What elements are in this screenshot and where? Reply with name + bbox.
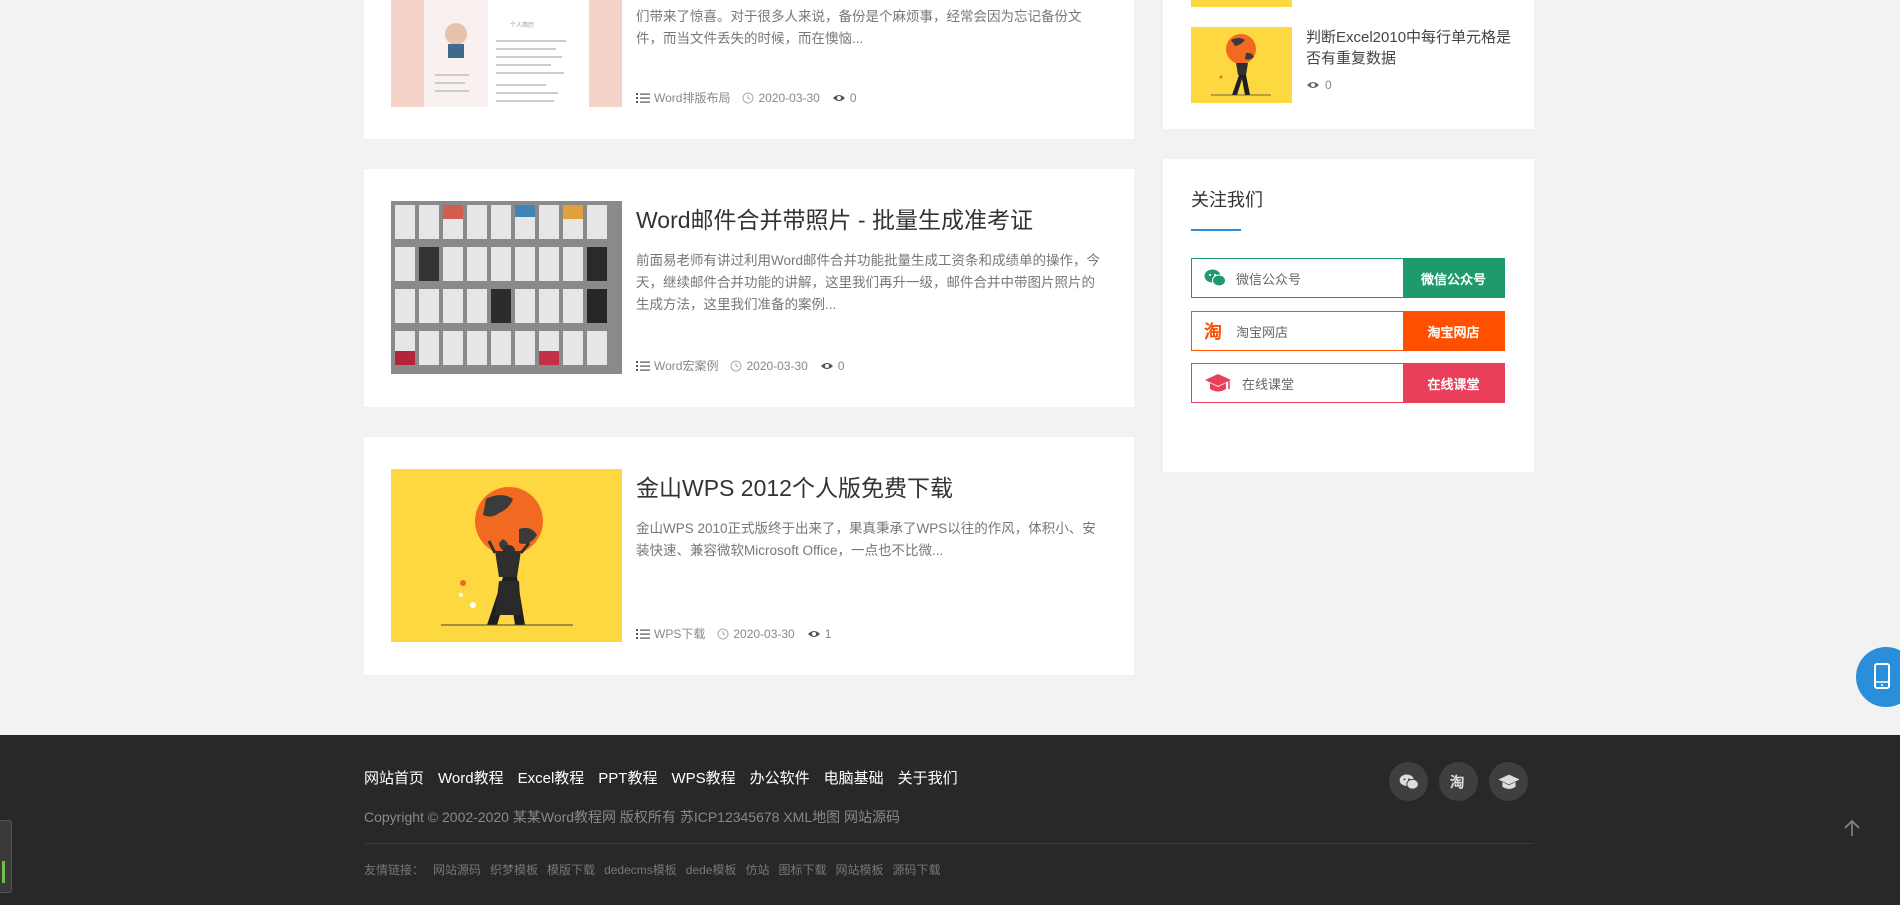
- copyright-text: Copyright © 2002-2020 某某Word教程网 版权所有 苏IC…: [364, 809, 901, 825]
- article-title[interactable]: 金山WPS 2012个人版免费下载: [636, 469, 953, 503]
- related-views: 0: [1325, 78, 1332, 92]
- follow-classroom-label: 在线课堂: [1242, 376, 1295, 392]
- footer-classroom-button[interactable]: [1489, 762, 1528, 801]
- footer-nav-word[interactable]: Word教程: [438, 767, 504, 788]
- classroom-button[interactable]: 在线课堂: [1403, 364, 1504, 402]
- footer-nav-wps[interactable]: WPS教程: [671, 767, 735, 788]
- footer-wechat-button[interactable]: [1389, 762, 1428, 801]
- related-meta: 0: [1306, 78, 1332, 92]
- friend-link[interactable]: 源码下载: [893, 861, 941, 878]
- follow-wechat-label: 微信公众号: [1236, 271, 1302, 287]
- article-views: 0: [837, 358, 845, 373]
- graduation-cap-icon: [1205, 374, 1231, 392]
- taobao-icon: 淘: [1449, 773, 1464, 791]
- follow-taobao-row[interactable]: 淘 淘宝网店 淘宝网店: [1191, 311, 1505, 351]
- article-meta: Word宏案例 2020-03-30 0: [636, 357, 845, 374]
- footer-social-icons: 淘: [1389, 762, 1528, 801]
- friend-links: 友情链接： 网站源码 织梦模板 模版下载 dedecms模板 dede模板 仿站…: [364, 861, 941, 878]
- article-category[interactable]: WPS下载: [654, 625, 705, 642]
- footer-nav-home[interactable]: 网站首页: [364, 767, 424, 788]
- eye-icon: [820, 362, 833, 369]
- footer-nav: 网站首页 Word教程 Excel教程 PPT教程 WPS教程 办公软件 电脑基…: [364, 767, 958, 788]
- article-summary: 前面易老师有讲过利用Word邮件合并功能批量生成工资条和成绩单的操作，今天，继续…: [636, 253, 1101, 312]
- footer-nav-excel[interactable]: Excel教程: [518, 767, 585, 788]
- clock-icon: [730, 360, 742, 371]
- article-card: 金山WPS 2012个人版免费下载 金山WPS 2010正式版终于出来了，果真秉…: [364, 437, 1134, 675]
- arrow-up-icon: [1844, 819, 1860, 836]
- side-floating-widget[interactable]: [0, 820, 12, 893]
- article-category[interactable]: Word宏案例: [654, 357, 718, 374]
- article-date: 2020-03-30: [733, 626, 795, 641]
- wechat-button[interactable]: 微信公众号: [1403, 259, 1504, 297]
- article-date: 2020-03-30: [746, 358, 808, 373]
- footer-nav-about[interactable]: 关于我们: [898, 767, 958, 788]
- site-footer: 网站首页 Word教程 Excel教程 PPT教程 WPS教程 办公软件 电脑基…: [0, 735, 1900, 905]
- follow-classroom-row[interactable]: 在线课堂 在线课堂: [1191, 363, 1505, 403]
- eye-icon: [807, 630, 820, 637]
- taobao-icon: 淘: [1204, 321, 1222, 341]
- list-icon: [636, 628, 650, 639]
- eye-icon: [1307, 82, 1319, 88]
- follow-taobao-label: 淘宝网店: [1236, 324, 1289, 340]
- article-views: 1: [824, 626, 832, 641]
- article-card: Word邮件合并带照片 - 批量生成准考证 前面易老师有讲过利用Word邮件合并…: [364, 169, 1134, 407]
- friend-link[interactable]: 网站模板: [836, 861, 884, 878]
- clock-icon: [717, 628, 729, 639]
- wechat-icon: [1204, 269, 1226, 287]
- taobao-button[interactable]: 淘宝网店: [1403, 312, 1504, 350]
- friend-links-label: 友情链接：: [364, 863, 425, 877]
- footer-taobao-button[interactable]: 淘: [1439, 762, 1478, 801]
- article-meta: WPS下载 2020-03-30 1: [636, 625, 831, 642]
- related-thumbnail[interactable]: [1191, 27, 1292, 103]
- article-meta: Word排版布局 2020-03-30 0: [636, 89, 857, 106]
- friend-link[interactable]: 仿站: [745, 861, 769, 878]
- heading-underline: [1191, 229, 1241, 231]
- friend-link[interactable]: 网站源码: [433, 861, 481, 878]
- list-icon: [636, 360, 650, 371]
- friend-link[interactable]: 模版下载: [547, 861, 595, 878]
- follow-us-card: 关注我们 微信公众号 微信公众号 淘 淘宝网店 淘宝网店 在线课堂 在线课堂: [1163, 159, 1534, 472]
- footer-nav-ppt[interactable]: PPT教程: [598, 767, 657, 788]
- mobile-version-tab[interactable]: [1856, 647, 1900, 707]
- article-date: 2020-03-30: [758, 90, 820, 105]
- sidebar-related-card: 判断Excel2010中每行单元格是否有重复数据 0: [1163, 0, 1534, 129]
- follow-us-heading: 关注我们: [1191, 190, 1263, 210]
- wechat-icon: [1399, 773, 1419, 790]
- article-title[interactable]: Word邮件合并带照片 - 批量生成准考证: [636, 201, 1033, 235]
- svg-text:淘: 淘: [1204, 321, 1222, 341]
- eye-icon: [832, 94, 845, 101]
- friend-link[interactable]: dede模板: [686, 861, 737, 878]
- follow-wechat-row[interactable]: 微信公众号 微信公众号: [1191, 258, 1505, 298]
- article-views: 0: [849, 90, 857, 105]
- list-icon: [636, 92, 650, 103]
- related-title[interactable]: 判断Excel2010中每行单元格是否有重复数据: [1306, 27, 1516, 69]
- article-category[interactable]: Word排版布局: [654, 89, 730, 106]
- friend-link[interactable]: 图标下载: [778, 861, 826, 878]
- bar-icon: [2, 861, 5, 883]
- friend-link[interactable]: dedecms模板: [604, 861, 677, 878]
- footer-nav-office[interactable]: 办公软件: [750, 767, 810, 788]
- article-summary: 金山WPS 2010正式版终于出来了，果真秉承了WPS以往的作风，体积小、安装快…: [636, 521, 1096, 558]
- related-thumb-partial: [1191, 0, 1292, 7]
- back-to-top-button[interactable]: [1842, 818, 1862, 843]
- footer-nav-computer[interactable]: 电脑基础: [824, 767, 884, 788]
- article-thumbnail[interactable]: 个人简历: [391, 0, 622, 107]
- article-thumbnail[interactable]: [391, 201, 622, 374]
- mobile-phone-icon: [1874, 663, 1890, 689]
- svg-text:淘: 淘: [1449, 773, 1464, 791]
- friend-link[interactable]: 织梦模板: [490, 861, 538, 878]
- article-thumbnail[interactable]: [391, 469, 622, 642]
- clock-icon: [742, 92, 754, 103]
- footer-divider: [364, 843, 1534, 844]
- resume-title-text: 个人简历: [510, 21, 534, 29]
- article-card: 个人简历 们带来了惊喜。对于很多人来说，备份是个麻烦事，经常会因为忘记备份文件，…: [364, 0, 1134, 139]
- article-summary: 们带来了惊喜。对于很多人来说，备份是个麻烦事，经常会因为忘记备份文件，而当文件丢…: [636, 9, 1082, 46]
- graduation-cap-icon: [1497, 774, 1520, 789]
